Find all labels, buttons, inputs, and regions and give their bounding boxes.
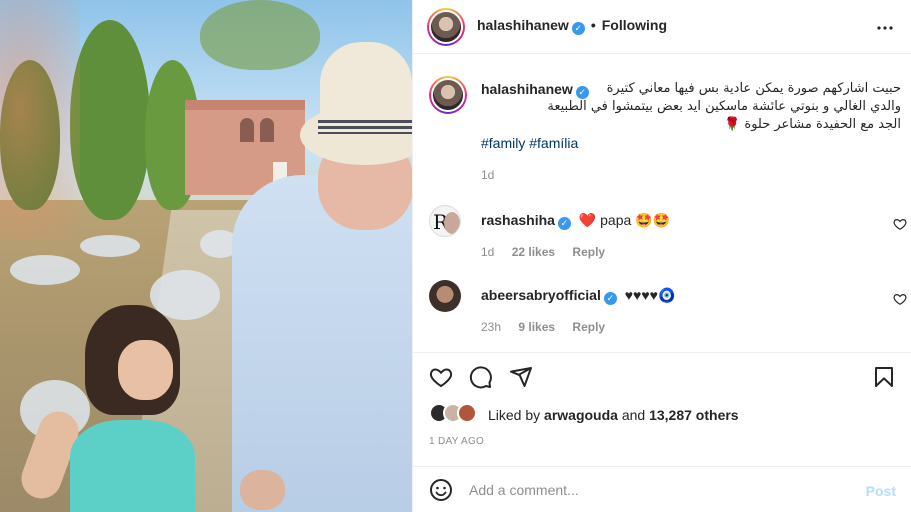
- hat-band: [318, 120, 412, 134]
- caption-author-avatar-image: [431, 78, 465, 112]
- caption-age[interactable]: 1d: [481, 166, 901, 184]
- commenter-avatar[interactable]: [429, 280, 461, 312]
- post-date[interactable]: 1 DAY AGO: [429, 436, 484, 447]
- building-window: [240, 118, 254, 142]
- commenter-avatar-photo: [444, 212, 460, 234]
- following-button[interactable]: Following: [602, 17, 667, 33]
- comment-like-icon[interactable]: [893, 292, 907, 306]
- comment-input[interactable]: [469, 479, 849, 501]
- post-image[interactable]: [0, 0, 412, 512]
- flower-bush: [80, 235, 140, 257]
- share-paper-plane-icon[interactable]: [509, 365, 533, 389]
- comment-likes[interactable]: 9 likes: [518, 320, 555, 334]
- post-header: halashihanew ✓ • Following: [413, 0, 911, 54]
- comment-message: ❤️ papa 🤩🤩: [578, 212, 671, 228]
- header-text: halashihanew ✓ • Following: [477, 17, 667, 35]
- likes-prefix: Liked by: [488, 407, 541, 423]
- comment-item: abeersabryofficial ✓ ♥♥♥♥🧿 23h 9 likes Re…: [429, 280, 907, 340]
- caption-first-line: halashihanew ✓ حبيت اشاركهم صورة يمكن عاد…: [481, 80, 901, 99]
- likes-others-count[interactable]: 13,287 others: [649, 407, 739, 423]
- caption-line-3-wrap: الجد مع الحفيدة مشاعر حلوة 🌹: [481, 116, 901, 134]
- author-avatar-image: [429, 10, 463, 44]
- caption-username[interactable]: halashihanew: [481, 81, 573, 97]
- post-comment-button[interactable]: Post: [866, 483, 896, 499]
- tree: [200, 0, 320, 70]
- comment-meta: 1d 22 likes Reply: [481, 245, 619, 259]
- caption-body: halashihanew ✓ حبيت اشاركهم صورة يمكن عاد…: [481, 80, 901, 184]
- likes-text: Liked by arwagouda and 13,287 others: [488, 407, 739, 423]
- verified-badge-icon: ✓: [557, 217, 571, 230]
- verified-badge-icon: ✓: [603, 292, 617, 305]
- save-bookmark-icon[interactable]: [872, 365, 896, 389]
- comment-composer: Post: [413, 466, 911, 512]
- comment-bubble-icon[interactable]: [469, 365, 493, 389]
- girl-face: [118, 340, 173, 400]
- comment-meta: 23h 9 likes Reply: [481, 320, 619, 334]
- post-side-panel: halashihanew ✓ • Following halashihanew ✓ حب…: [412, 0, 911, 512]
- caption-line-3: الجد مع الحفيدة مشاعر حلوة 🌹: [724, 117, 901, 132]
- comment-text: rashashiha ✓ ❤️ papa 🤩🤩: [481, 212, 670, 230]
- caption-line-2: والدي الغالي و بنوتي عائشة ماسكين ايد بع…: [547, 99, 901, 114]
- caption-line-1: حبيت اشاركهم صورة يمكن عادية بس فيها معا…: [606, 81, 901, 96]
- comment-username[interactable]: rashashiha: [481, 212, 555, 228]
- comment-message: ♥♥♥♥🧿: [624, 287, 676, 303]
- flower-bush: [10, 255, 80, 285]
- likes-summary: Liked by arwagouda and 13,287 others: [429, 403, 899, 427]
- comment-username[interactable]: abeersabryofficial: [481, 287, 601, 303]
- liker-avatar[interactable]: [457, 403, 477, 423]
- girl-dress: [70, 420, 195, 512]
- likes-conjunction: and: [621, 407, 646, 423]
- comment-reply-button[interactable]: Reply: [572, 245, 605, 259]
- post-actions-bar: [413, 352, 911, 398]
- caption-line-2-wrap: والدي الغالي و بنوتي عائشة ماسكين ايد بع…: [481, 98, 901, 116]
- comment-like-icon[interactable]: [893, 217, 907, 231]
- verified-badge-icon: ✓: [575, 86, 589, 99]
- separator-dot: •: [590, 17, 596, 33]
- comment-text: abeersabryofficial ✓ ♥♥♥♥🧿: [481, 287, 675, 305]
- building-roof: [185, 100, 305, 110]
- tree: [70, 20, 150, 220]
- more-options-icon[interactable]: [876, 15, 894, 36]
- caption-hashtags[interactable]: #family #família: [481, 134, 901, 152]
- comment-likes[interactable]: 22 likes: [512, 245, 555, 259]
- commenter-avatar[interactable]: R: [429, 205, 461, 237]
- like-heart-icon[interactable]: [429, 365, 453, 389]
- caption-author-avatar[interactable]: [429, 76, 467, 114]
- author-avatar[interactable]: [427, 8, 465, 46]
- emoji-icon[interactable]: [429, 478, 453, 502]
- verified-badge-icon: ✓: [571, 22, 585, 35]
- more-horizontal-icon: [877, 26, 893, 30]
- comment-item: R rashashiha ✓ ❤️ papa 🤩🤩 1d 22 likes Rep…: [429, 205, 907, 265]
- comment-age[interactable]: 23h: [481, 320, 501, 334]
- held-hands: [240, 470, 285, 510]
- comment-age[interactable]: 1d: [481, 245, 494, 259]
- comment-reply-button[interactable]: Reply: [572, 320, 605, 334]
- liked-by-user[interactable]: arwagouda: [544, 407, 618, 423]
- author-username[interactable]: halashihanew: [477, 17, 569, 33]
- building-window: [260, 118, 274, 142]
- light-flare: [0, 0, 80, 240]
